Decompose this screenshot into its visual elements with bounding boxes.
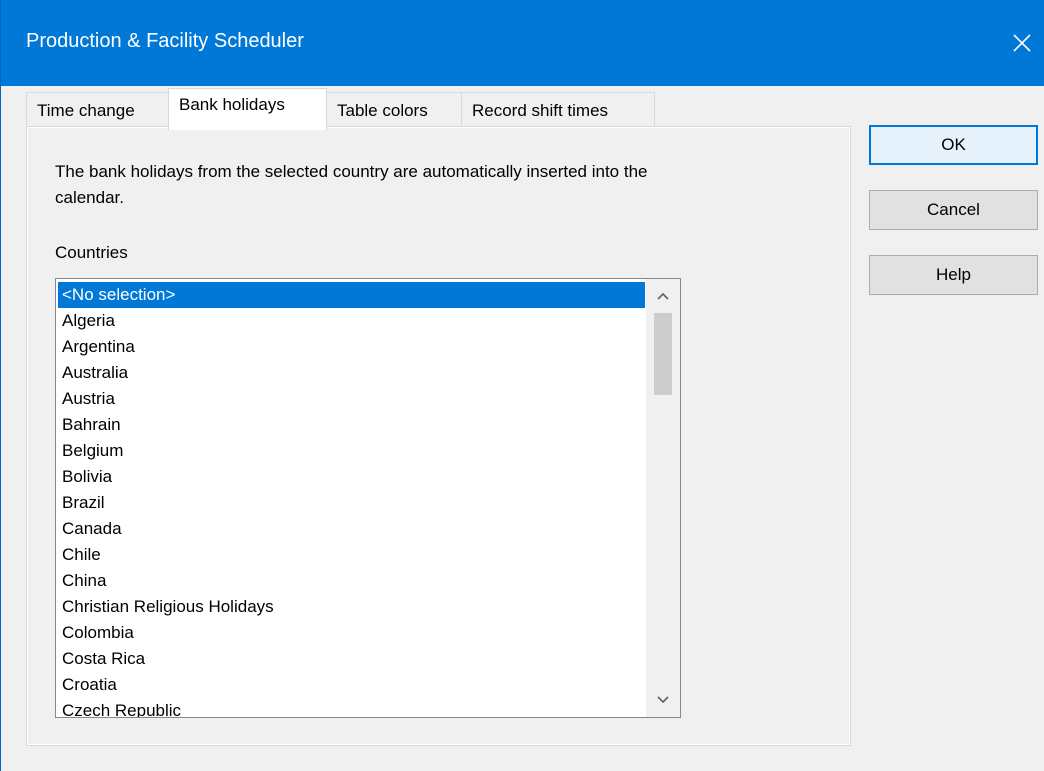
chevron-down-icon [656,690,670,710]
ok-button-label: OK [941,135,966,154]
list-item[interactable]: Bahrain [58,412,645,438]
countries-list: <No selection> Algeria Argentina Australia A… [58,282,645,717]
list-item[interactable]: Argentina [58,334,645,360]
ok-button[interactable]: OK [869,125,1038,165]
cancel-button[interactable]: Cancel [869,190,1038,230]
cancel-button-label: Cancel [927,200,980,219]
list-item[interactable]: <No selection> [58,282,645,308]
tab-time-change[interactable]: Time change [26,92,169,128]
countries-listbox[interactable]: <No selection> Algeria Argentina Australia A… [55,278,681,718]
help-button-label: Help [936,265,971,284]
chevron-up-icon [656,286,670,306]
list-item[interactable]: Australia [58,360,645,386]
tab-label: Table colors [337,100,428,120]
list-item[interactable]: Colombia [58,620,645,646]
title-bar[interactable]: Production & Facility Scheduler [1,0,1044,86]
list-item[interactable]: Czech Republic [58,698,645,717]
tab-panel-bank-holidays: The bank holidays from the selected coun… [26,126,851,746]
help-button[interactable]: Help [869,255,1038,295]
scroll-up-button[interactable] [646,279,680,313]
close-button[interactable] [999,22,1044,64]
tab-record-shift-times[interactable]: Record shift times [461,92,655,128]
description-text: The bank holidays from the selected coun… [55,162,648,207]
list-item[interactable]: China [58,568,645,594]
dialog-window: Production & Facility Scheduler Time cha… [0,0,1044,771]
list-item[interactable]: Brazil [58,490,645,516]
panel-body: The bank holidays from the selected coun… [28,128,849,744]
list-item[interactable]: Chile [58,542,645,568]
list-item[interactable]: Christian Religious Holidays [58,594,645,620]
list-item[interactable]: Bolivia [58,464,645,490]
vertical-scrollbar[interactable] [646,279,680,717]
list-item[interactable]: Costa Rica [58,646,645,672]
countries-label: Countries [55,243,128,262]
close-icon [1012,33,1032,53]
list-item[interactable]: Austria [58,386,645,412]
tab-label: Bank holidays [179,95,285,114]
list-item[interactable]: Croatia [58,672,645,698]
tab-bank-holidays[interactable]: Bank holidays [168,88,327,130]
tab-table-colors[interactable]: Table colors [326,92,462,128]
list-item[interactable]: Belgium [58,438,645,464]
scroll-thumb[interactable] [654,313,672,395]
list-item[interactable]: Algeria [58,308,645,334]
window-title: Production & Facility Scheduler [26,30,304,52]
list-item[interactable]: Canada [58,516,645,542]
scroll-down-button[interactable] [646,683,680,717]
tab-label: Time change [37,100,135,120]
tab-label: Record shift times [472,100,609,120]
